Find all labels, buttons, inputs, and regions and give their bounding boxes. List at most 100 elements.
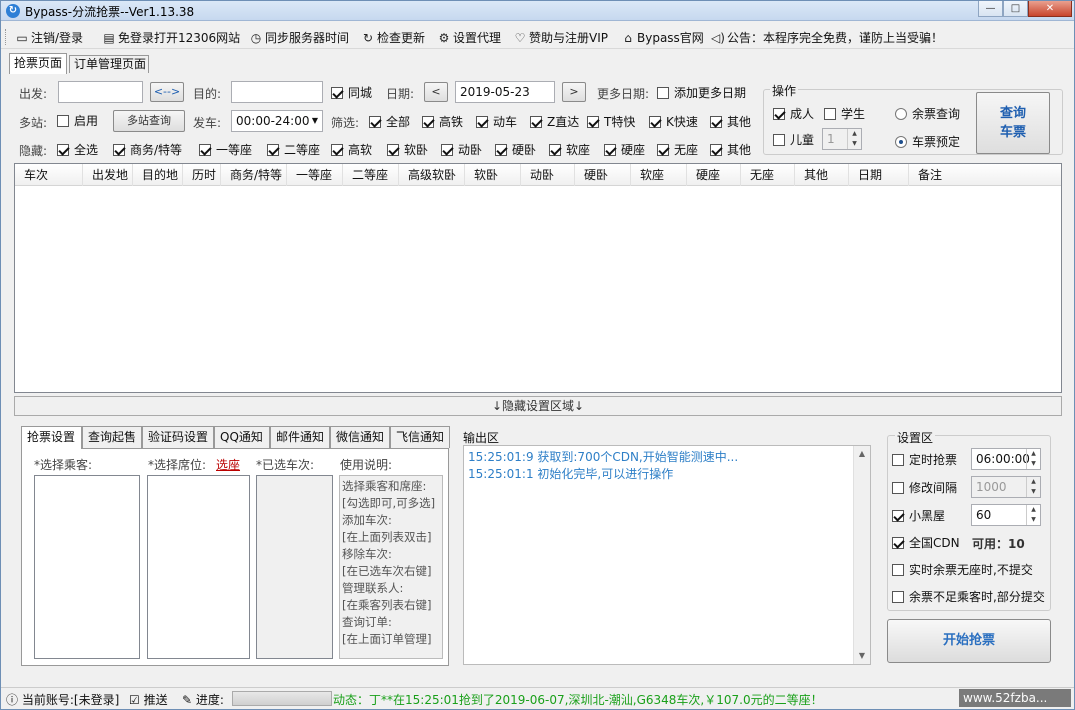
menu-proxy[interactable]: ⚙ 设置代理 (437, 29, 501, 47)
col-soft-sleeper[interactable]: 软卧 (465, 164, 521, 186)
filter-all-checkbox[interactable]: 全部 (369, 114, 410, 130)
choose-seat-link[interactable]: 选座 (216, 456, 240, 473)
col-motor-sleeper[interactable]: 动卧 (521, 164, 575, 186)
hide-no-seat-checkbox[interactable]: 无座 (657, 142, 698, 158)
child-count-stepper[interactable]: 1 ▲ ▼ (822, 128, 862, 150)
enable-multi-checkbox[interactable]: 启用 (57, 113, 98, 129)
scroll-down-icon[interactable]: ▼ (854, 648, 870, 664)
child-checkbox[interactable]: 儿童 (773, 132, 814, 148)
tab-ticket-settings[interactable]: 抢票设置 (21, 426, 82, 449)
tab-qq-notify[interactable]: QQ通知 (214, 426, 270, 448)
progress-status: ✎ 进度: (182, 693, 224, 707)
filter-t-checkbox[interactable]: T特快 (587, 114, 635, 130)
menu-check-update[interactable]: ↻ 检查更新 (361, 29, 425, 47)
filter-other-checkbox[interactable]: 其他 (710, 114, 751, 130)
hide-hard-seat-checkbox[interactable]: 硬座 (604, 142, 645, 158)
hide-high-soft-checkbox[interactable]: 高软 (331, 142, 372, 158)
col-to[interactable]: 目的地 (133, 164, 183, 186)
to-input[interactable] (231, 81, 323, 103)
col-first[interactable]: 一等座 (287, 164, 343, 186)
results-grid[interactable]: 车次 出发地 目的地 历时 商务/特等 一等座 二等座 高级软卧 软卧 动卧 硬… (14, 163, 1062, 393)
student-checkbox[interactable]: 学生 (824, 106, 865, 122)
col-other[interactable]: 其他 (795, 164, 849, 186)
col-duration[interactable]: 历时 (183, 164, 221, 186)
menu-sponsor[interactable]: ♡ 赞助与注册VIP (513, 29, 608, 47)
menu-website[interactable]: ⌂ Bypass官网 (621, 29, 704, 47)
col-remark[interactable]: 备注 (909, 164, 1061, 186)
menu-open-12306[interactable]: ▤ 免登录打开12306网站 (102, 29, 240, 47)
output-log[interactable]: 15:25:01:9 获取到:700个CDN,开始智能测速中... 15:25:… (463, 445, 871, 665)
seat-list[interactable] (147, 475, 250, 659)
filter-dongche-checkbox[interactable]: 动车 (476, 114, 517, 130)
start-grab-button[interactable]: 开始抢票 (887, 619, 1051, 663)
hide-soft-seat-checkbox[interactable]: 软座 (549, 142, 590, 158)
interval-checkbox[interactable]: 修改间隔 (892, 480, 957, 496)
hide-motor-sleeper-checkbox[interactable]: 动卧 (441, 142, 482, 158)
prev-date-button[interactable]: < (424, 82, 448, 102)
hide-hard-sleeper-checkbox[interactable]: 硬卧 (495, 142, 536, 158)
remain-query-radio[interactable]: 余票查询 (895, 106, 960, 122)
same-city-checkbox[interactable]: 同城 (331, 85, 372, 101)
push-status[interactable]: ☑ 推送 (129, 691, 168, 708)
query-tickets-button[interactable]: 查询 车票 (976, 92, 1050, 154)
close-button[interactable]: ✕ (1028, 1, 1072, 17)
tab-orders[interactable]: 订单管理页面 (69, 55, 149, 73)
hide-second-class-checkbox[interactable]: 二等座 (267, 142, 320, 158)
add-more-dates-checkbox[interactable]: 添加更多日期 (657, 85, 746, 101)
col-second[interactable]: 二等座 (343, 164, 399, 186)
tab-mail-notify[interactable]: 邮件通知 (270, 426, 330, 448)
filter-k-checkbox[interactable]: K快速 (649, 114, 698, 130)
check-icon: ☑ (129, 693, 140, 707)
tab-ticket[interactable]: 抢票页面 (9, 53, 67, 74)
partial-submit-checkbox[interactable]: 余票不足乘客时,部分提交 (892, 589, 1045, 605)
col-hard-sleeper[interactable]: 硬卧 (575, 164, 631, 186)
interval-stepper[interactable]: 1000 ▲ ▼ (971, 476, 1041, 498)
col-no-seat[interactable]: 无座 (741, 164, 795, 186)
date-input[interactable]: 2019-05-23 (455, 81, 555, 103)
scroll-up-icon[interactable]: ▲ (854, 446, 870, 462)
selected-trains-list[interactable] (256, 475, 333, 659)
from-input[interactable] (58, 81, 143, 103)
hide-soft-sleeper-checkbox[interactable]: 软卧 (387, 142, 428, 158)
hide-business-checkbox[interactable]: 商务/特等 (113, 142, 182, 158)
status-bar: ⓘ 当前账号:[未登录] ☑ 推送 ✎ 进度: 动态：丁**在15:25:01抢… (1, 687, 1074, 709)
output-scrollbar[interactable]: ▲ ▼ (853, 446, 870, 664)
col-date[interactable]: 日期 (849, 164, 909, 186)
adult-checkbox[interactable]: 成人 (773, 106, 814, 122)
maximize-button[interactable]: □ (1003, 1, 1028, 17)
menu-sync-time[interactable]: ◷ 同步服务器时间 (249, 29, 349, 47)
tab-fetion-notify[interactable]: 飞信通知 (390, 426, 450, 448)
tab-query-sale[interactable]: 查询起售 (82, 426, 142, 448)
col-high-soft[interactable]: 高级软卧 (399, 164, 465, 186)
multi-station-query-button[interactable]: 多站查询 (113, 110, 185, 132)
hide-all-checkbox[interactable]: 全选 (57, 142, 98, 158)
national-cdn-checkbox[interactable]: 全国CDN (892, 535, 960, 551)
col-from[interactable]: 出发地 (83, 164, 133, 186)
hide-settings-toggle[interactable]: ↓隐藏设置区域↓ (14, 396, 1062, 416)
blackroom-stepper[interactable]: 60 ▲ ▼ (971, 504, 1041, 526)
filter-z-checkbox[interactable]: Z直达 (530, 114, 579, 130)
passenger-list[interactable] (34, 475, 140, 659)
from-label: 出发: (19, 87, 48, 101)
timed-time-stepper[interactable]: 06:00:00 ▲ ▼ (971, 448, 1041, 470)
col-train[interactable]: 车次 (15, 164, 83, 186)
blackroom-checkbox[interactable]: 小黑屋 (892, 508, 945, 524)
menu-login[interactable]: ▭ 注销/登录 (15, 29, 83, 47)
more-dates-label: 更多日期: (597, 87, 650, 101)
timed-grab-checkbox[interactable]: 定时抢票 (892, 452, 957, 468)
col-business[interactable]: 商务/特等 (221, 164, 287, 186)
menu-notice[interactable]: ◁) 公告：本程序完全免费，谨防上当受骗！ (711, 29, 943, 47)
filter-gaotie-checkbox[interactable]: 高铁 (422, 114, 463, 130)
reserve-radio[interactable]: 车票预定 (895, 134, 960, 150)
swap-button[interactable]: <--> (150, 82, 184, 102)
minimize-button[interactable]: — (978, 1, 1003, 17)
depart-time-select[interactable]: 00:00-24:00 ▼ (231, 110, 323, 132)
col-soft-seat[interactable]: 软座 (631, 164, 687, 186)
hide-other-checkbox[interactable]: 其他 (710, 142, 751, 158)
tab-wechat-notify[interactable]: 微信通知 (330, 426, 390, 448)
col-hard-seat[interactable]: 硬座 (687, 164, 741, 186)
next-date-button[interactable]: > (562, 82, 586, 102)
tab-captcha[interactable]: 验证码设置 (142, 426, 214, 448)
no-seat-no-submit-checkbox[interactable]: 实时余票无座时,不提交 (892, 562, 1033, 578)
hide-first-class-checkbox[interactable]: 一等座 (199, 142, 252, 158)
